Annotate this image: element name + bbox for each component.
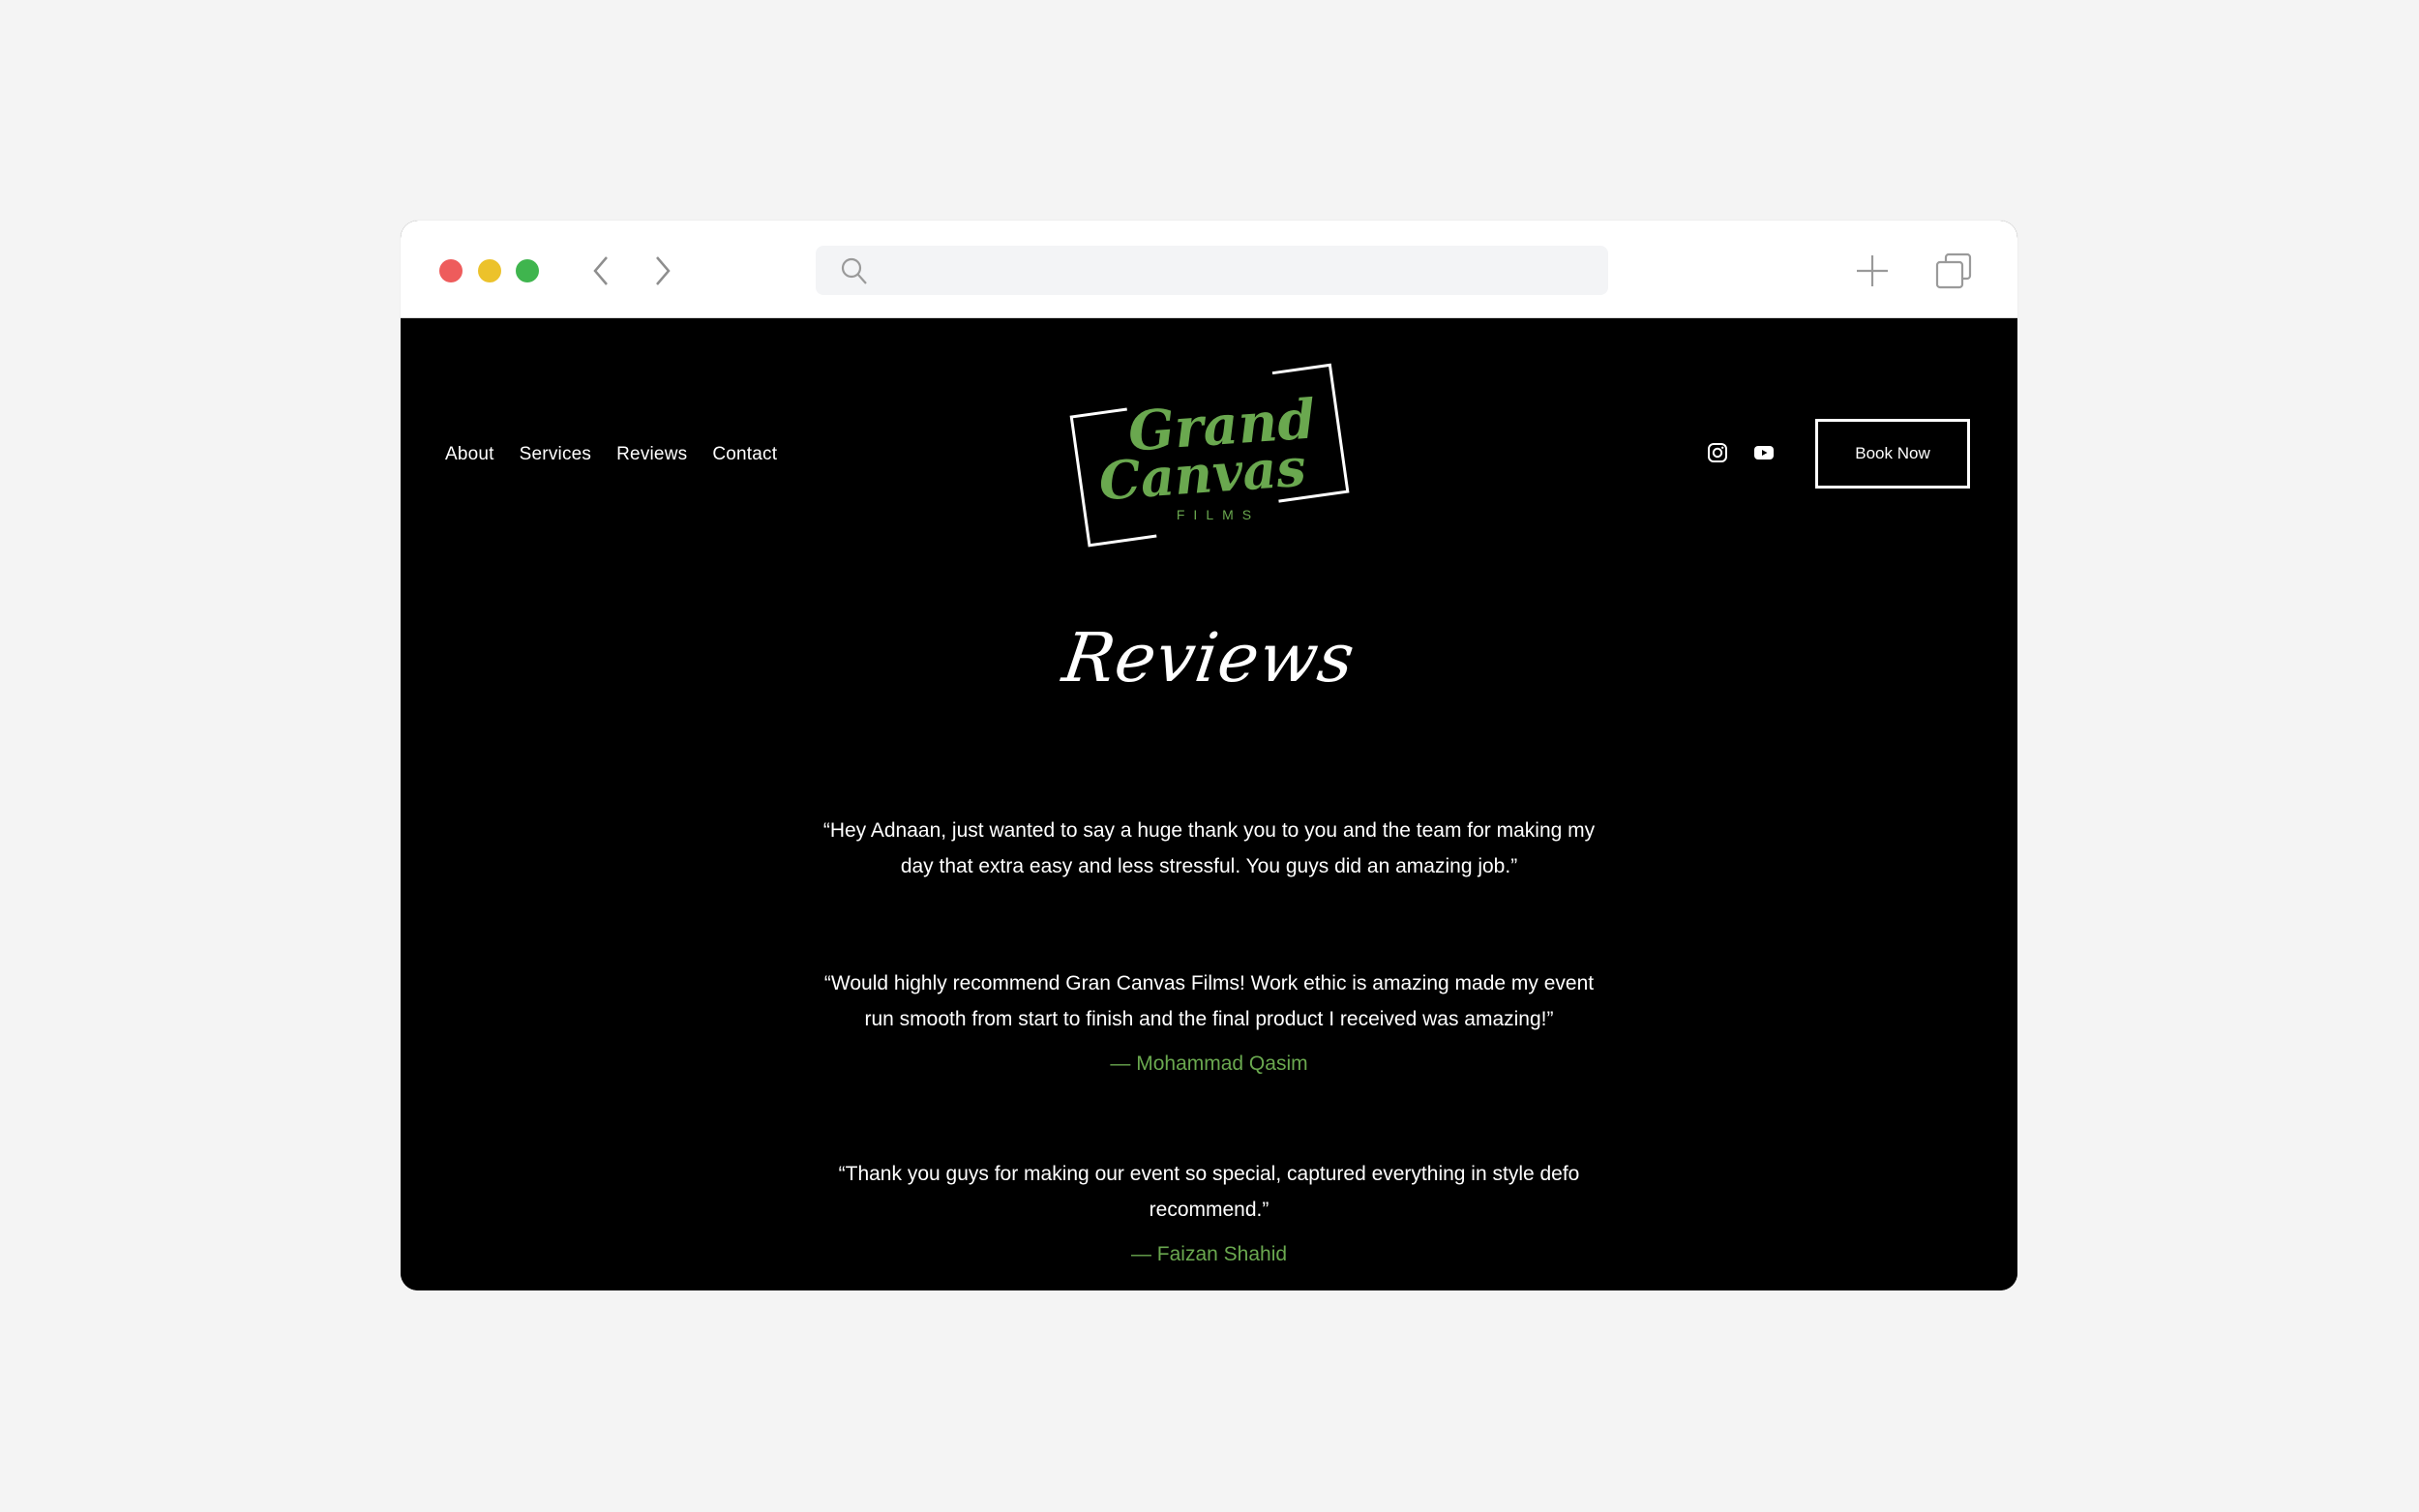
instagram-link[interactable]: [1707, 442, 1728, 463]
search-icon: [841, 257, 867, 284]
address-input[interactable]: [883, 246, 1598, 297]
nav-contact[interactable]: Contact: [712, 444, 777, 465]
youtube-icon: [1754, 446, 1774, 460]
site-logo[interactable]: Grand Canvas FILMS: [1068, 357, 1359, 550]
chevron-right-icon: [656, 256, 671, 285]
forward-button[interactable]: [647, 253, 676, 288]
review-author: — Faizan Shahid: [1130, 1243, 1288, 1265]
logo-line2: Canvas: [1097, 436, 1308, 513]
website-content: About Services Reviews Contact Grand Can…: [401, 318, 2017, 1290]
maximize-window-button[interactable]: [516, 259, 539, 282]
chevron-left-icon: [593, 256, 608, 285]
back-button[interactable]: [587, 253, 616, 288]
tabs-overview-button[interactable]: [1934, 252, 1973, 290]
browser-window: About Services Reviews Contact Grand Can…: [401, 221, 2017, 1290]
book-now-button[interactable]: Book Now: [1815, 419, 1970, 489]
minimize-window-button[interactable]: [478, 259, 501, 282]
tabs-overview-icon: [1935, 252, 1972, 289]
plus-icon: [1857, 255, 1888, 286]
review-quote: “Would highly recommend Gran Canvas Film…: [823, 972, 1595, 1030]
instagram-icon: [1708, 443, 1727, 462]
review-item: “Thank you guys for making our event so …: [401, 1156, 2017, 1272]
address-bar[interactable]: [816, 246, 1608, 297]
review-item: “Hey Adnaan, just wanted to say a huge t…: [401, 813, 2017, 884]
review-item: “Would highly recommend Gran Canvas Film…: [401, 965, 2017, 1082]
nav-reviews[interactable]: Reviews: [616, 444, 687, 465]
close-window-button[interactable]: [439, 259, 463, 282]
reviews-heading: Reviews: [1058, 618, 1360, 697]
browser-toolbar: [401, 221, 2017, 318]
nav-about[interactable]: About: [445, 444, 494, 465]
review-quote: “Thank you guys for making our event so …: [838, 1163, 1580, 1221]
logo-graphic: Grand Canvas FILMS: [1069, 363, 1350, 548]
review-quote: “Hey Adnaan, just wanted to say a huge t…: [822, 819, 1596, 877]
nav-services[interactable]: Services: [520, 444, 591, 465]
site-nav: About Services Reviews Contact: [445, 444, 777, 465]
new-tab-button[interactable]: [1853, 252, 1892, 290]
review-author: — Mohammad Qasim: [1110, 1052, 1308, 1075]
youtube-link[interactable]: [1753, 442, 1775, 463]
logo-subtitle: FILMS: [1177, 507, 1260, 522]
